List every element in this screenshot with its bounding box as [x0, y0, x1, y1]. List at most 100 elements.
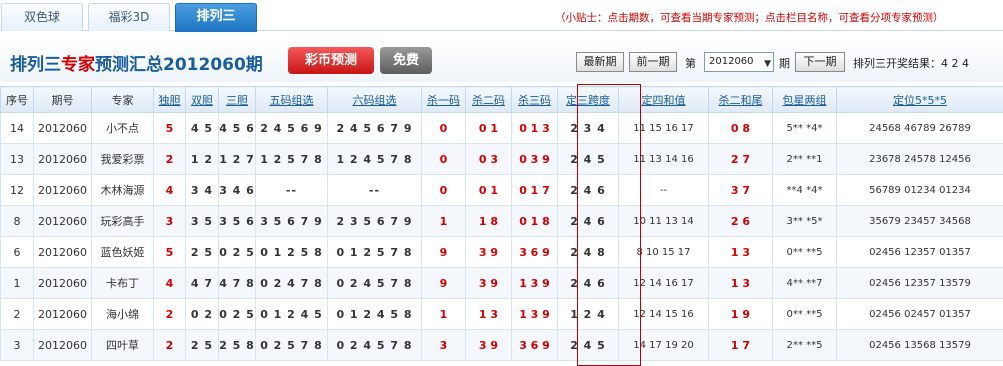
row-five-code: 0 1 2 5 8: [256, 237, 328, 268]
table-row: 62012060蓝色妖姬52 50 2 50 1 2 5 80 1 2 5 7 …: [1, 237, 1003, 268]
row-expert: 我爱彩票: [92, 144, 154, 175]
col-kill-sum-tail[interactable]: 杀二和尾: [709, 87, 773, 113]
row-seq: 2: [1, 299, 34, 330]
prev-issue-button[interactable]: 前一期: [629, 52, 677, 72]
col-expert: 专家: [92, 87, 154, 113]
row-six-code: 0 2 4 5 7 8: [328, 268, 422, 299]
row-expert: 四叶草: [92, 330, 154, 361]
row-sum4: 11 15 16 17: [619, 113, 709, 144]
row-single-gall: 3: [154, 206, 186, 237]
row-six-code: --: [328, 175, 422, 206]
row-kill-two: 3 9: [466, 330, 512, 361]
row-star-groups: **4 *4*: [773, 175, 837, 206]
row-triple-gall: 0 2 5: [219, 299, 256, 330]
row-position: 02456 12357 13579: [837, 268, 1003, 299]
lottery-tabs: 双色球 福彩3D 排列三 （小贴士：点击期数，可查看当期专家预测；点击栏目名称，…: [0, 0, 1003, 31]
row-kill-one: 9: [422, 268, 466, 299]
row-kill-sum-tail: 1 7: [709, 330, 773, 361]
tab-fucai3d[interactable]: 福彩3D: [88, 3, 170, 31]
table-row: 142012060小不点54 54 5 62 4 5 6 92 4 5 6 7 …: [1, 113, 1003, 144]
row-single-gall: 2: [154, 330, 186, 361]
row-kill-two: 0 1: [466, 113, 512, 144]
row-issue[interactable]: 2012060: [34, 330, 92, 361]
col-kill-two[interactable]: 杀二码: [466, 87, 512, 113]
row-issue[interactable]: 2012060: [34, 175, 92, 206]
tip-text: （小贴士：点击期数，可查看当期专家预测；点击栏目名称，可查看分项专家预测）: [555, 10, 944, 25]
row-position: 02456 02457 01357: [837, 299, 1003, 330]
col-double-gall[interactable]: 双胆: [186, 87, 219, 113]
prediction-table: 序号 期号 专家 独胆 双胆 三胆 五码组选 六码组选 杀一码 杀二码 杀三码 …: [0, 86, 1003, 361]
row-expert: 玩彩高手: [92, 206, 154, 237]
row-triple-gall: 3 5 6: [219, 206, 256, 237]
next-issue-button[interactable]: 下一期: [795, 52, 845, 72]
row-kill-two: 3 9: [466, 268, 512, 299]
col-star-groups[interactable]: 包星两组: [773, 87, 837, 113]
row-issue[interactable]: 2012060: [34, 144, 92, 175]
row-single-gall: 2: [154, 144, 186, 175]
row-issue[interactable]: 2012060: [34, 237, 92, 268]
row-span: 2 3 4: [558, 113, 619, 144]
row-double-gall: 4 7: [186, 268, 219, 299]
table-row: 122012060木林海源43 43 4 6----00 10 1 72 4 6…: [1, 175, 1003, 206]
row-kill-one: 9: [422, 237, 466, 268]
row-issue[interactable]: 2012060: [34, 299, 92, 330]
col-single-gall[interactable]: 独胆: [154, 87, 186, 113]
row-kill-sum-tail: 2 7: [709, 144, 773, 175]
row-kill-one: 0: [422, 144, 466, 175]
col-six-code[interactable]: 六码组选: [328, 87, 422, 113]
row-triple-gall: 3 4 6: [219, 175, 256, 206]
row-seq: 8: [1, 206, 34, 237]
row-kill-sum-tail: 0 8: [709, 113, 773, 144]
tab-shuangseqiu[interactable]: 双色球: [1, 3, 83, 31]
row-five-code: 0 1 2 4 5: [256, 299, 328, 330]
free-button[interactable]: 免费: [380, 47, 432, 74]
row-sum4: --: [619, 175, 709, 206]
col-position[interactable]: 定位5*5*5: [837, 87, 1003, 113]
latest-issue-button[interactable]: 最新期: [576, 52, 624, 72]
col-triple-gall[interactable]: 三胆: [219, 87, 256, 113]
row-kill-one: 1: [422, 206, 466, 237]
row-sum4: 12 14 15 16: [619, 299, 709, 330]
col-kill-one[interactable]: 杀一码: [422, 87, 466, 113]
col-sum4[interactable]: 定四和值: [619, 87, 709, 113]
row-span: 2 4 6: [558, 268, 619, 299]
row-issue[interactable]: 2012060: [34, 268, 92, 299]
chevron-down-icon: ▼: [764, 55, 771, 73]
row-position: 24568 46789 26789: [837, 113, 1003, 144]
col-five-code[interactable]: 五码组选: [256, 87, 328, 113]
row-position: 35679 23457 34568: [837, 206, 1003, 237]
table-row: 132012060我爱彩票21 21 2 71 2 5 7 81 2 4 5 7…: [1, 144, 1003, 175]
row-sum4: 11 13 14 16: [619, 144, 709, 175]
row-expert: 木林海源: [92, 175, 154, 206]
col-kill-three[interactable]: 杀三码: [512, 87, 558, 113]
row-seq: 14: [1, 113, 34, 144]
row-double-gall: 4 5: [186, 113, 219, 144]
row-star-groups: 4** **7: [773, 268, 837, 299]
tab-pailie3[interactable]: 排列三: [175, 3, 257, 32]
table-row: 82012060玩彩高手33 53 5 63 5 6 7 92 3 5 6 7 …: [1, 206, 1003, 237]
row-five-code: 2 4 5 6 9: [256, 113, 328, 144]
row-single-gall: 4: [154, 268, 186, 299]
row-five-code: 0 2 4 7 8: [256, 268, 328, 299]
row-kill-three: 0 1 8: [512, 206, 558, 237]
row-six-code: 2 4 5 6 7 9: [328, 113, 422, 144]
row-kill-three: 0 1 3: [512, 113, 558, 144]
row-kill-two: 0 1: [466, 175, 512, 206]
table-row: 22012060海小绵20 20 2 50 1 2 4 50 1 2 4 5 8…: [1, 299, 1003, 330]
row-star-groups: 2** **5: [773, 330, 837, 361]
issue-label-qi: 期: [779, 55, 790, 71]
row-kill-three: 3 6 9: [512, 237, 558, 268]
row-expert: 卡布丁: [92, 268, 154, 299]
row-issue[interactable]: 2012060: [34, 206, 92, 237]
row-span: 2 4 6: [558, 175, 619, 206]
col-span[interactable]: 定三跨度: [558, 87, 619, 113]
row-seq: 6: [1, 237, 34, 268]
row-sum4: 12 14 16 17: [619, 268, 709, 299]
coin-predict-button[interactable]: 彩币预测: [288, 47, 374, 74]
row-span: 2 4 5: [558, 330, 619, 361]
row-triple-gall: 2 5 8: [219, 330, 256, 361]
row-expert: 小不点: [92, 113, 154, 144]
issue-select[interactable]: 2012060▼: [704, 52, 774, 72]
row-six-code: 0 2 4 5 7 8: [328, 330, 422, 361]
row-issue[interactable]: 2012060: [34, 113, 92, 144]
